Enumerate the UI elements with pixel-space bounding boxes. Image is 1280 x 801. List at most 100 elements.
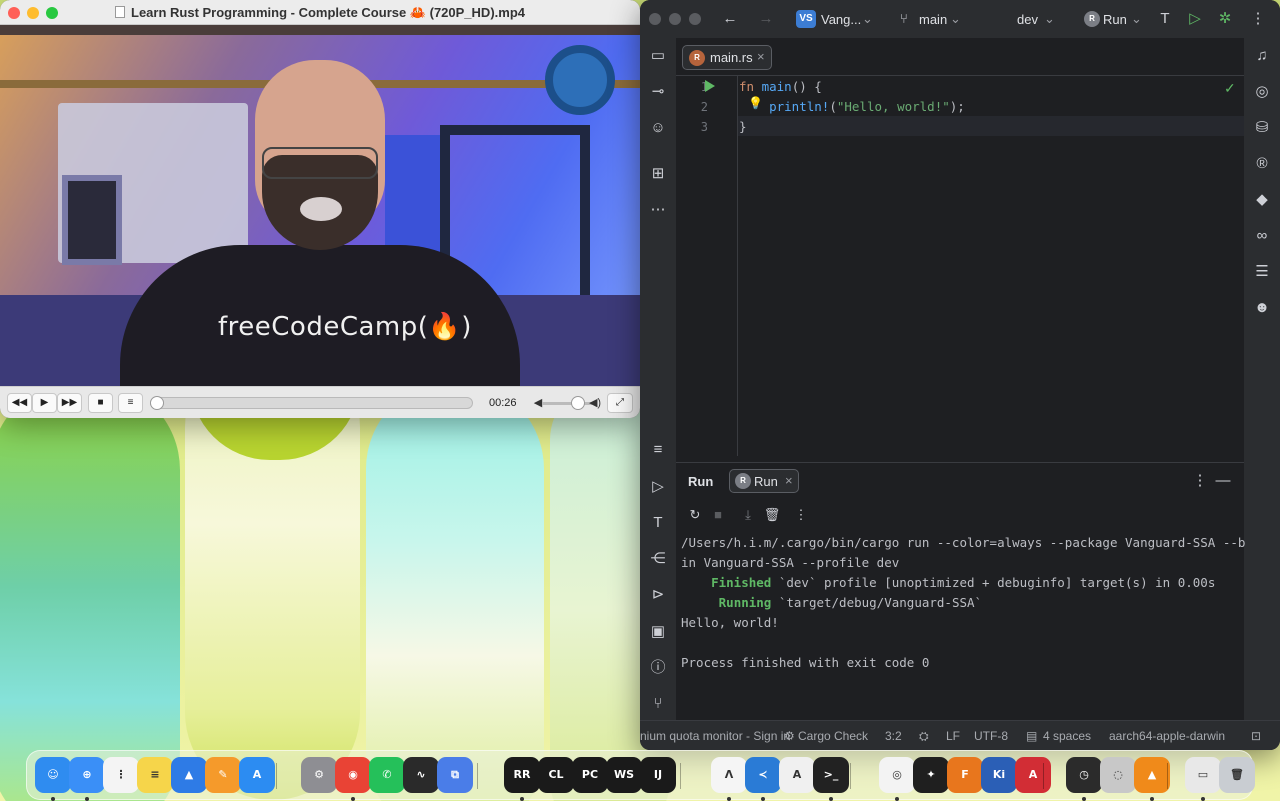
python-icon[interactable]: ∞	[1252, 226, 1272, 246]
code-editor[interactable]: R main.rs × 1 2 3 💡 ✓ fn main() { printl…	[676, 38, 1244, 456]
lock-icon[interactable]: ⊡	[1251, 729, 1261, 743]
dock-whatsapp-icon[interactable]: ✆	[369, 757, 405, 793]
zoom-window-button[interactable]	[689, 13, 701, 25]
cargo-icon[interactable]: ◆	[1252, 190, 1272, 210]
console-output[interactable]: /Users/h.i.m/.cargo/bin/cargo run --colo…	[681, 533, 1245, 673]
debug-button-icon[interactable]: ✲	[1215, 9, 1235, 29]
rerun-icon[interactable]: ↻	[685, 505, 705, 525]
dock-xcode-tools-icon[interactable]: A	[779, 757, 815, 793]
trash-icon[interactable]: 🗑	[762, 505, 782, 525]
dock-vlc-icon[interactable]: ▲	[1134, 757, 1170, 793]
dock-clion-icon[interactable]: CL	[538, 757, 574, 793]
dock-pages-icon[interactable]: ✎	[205, 757, 241, 793]
seek-knob[interactable]	[150, 396, 164, 410]
dock-kicad-icon[interactable]: Ki	[981, 757, 1017, 793]
more-tools-icon[interactable]: ⋯	[648, 200, 668, 220]
dock-safari-icon[interactable]: ⊕	[69, 757, 105, 793]
more-options-icon[interactable]: ⋮	[1190, 471, 1210, 491]
branch-name[interactable]: main	[919, 12, 947, 27]
dock-figma-icon[interactable]: ✦	[913, 757, 949, 793]
dock-blender-icon[interactable]: ◎	[879, 757, 915, 793]
dock-vscode-icon[interactable]: ≺	[745, 757, 781, 793]
forward-button[interactable]: ▶▶	[57, 393, 82, 413]
target-triple[interactable]: aarch64-apple-darwin	[1109, 729, 1225, 743]
project-badge[interactable]: VS	[796, 10, 816, 28]
dock-app-store-icon[interactable]: A	[239, 757, 275, 793]
fullscreen-button[interactable]: ⤢	[607, 393, 633, 413]
build-hammer-icon[interactable]: T	[1155, 9, 1175, 29]
plugins-icon[interactable]: ☺	[648, 118, 668, 138]
seek-bar[interactable]	[150, 397, 473, 409]
dock-autocad-icon[interactable]: A	[1015, 757, 1051, 793]
cargo-check-status[interactable]: Cargo Check	[798, 729, 868, 743]
code-line-3[interactable]: }	[739, 119, 747, 134]
notifications-bell-icon[interactable]: ♫	[1252, 46, 1272, 66]
player-titlebar[interactable]: Learn Rust Programming - Complete Course…	[0, 0, 640, 25]
copilot-icon[interactable]: ☻	[1252, 298, 1272, 318]
terminal-icon[interactable]: ▣	[648, 622, 668, 642]
chevron-down-icon[interactable]: ⌄	[862, 11, 873, 27]
stop-button[interactable]: ■	[88, 393, 113, 413]
dock-webstorm-icon[interactable]: WS	[606, 757, 642, 793]
debug-tool-icon[interactable]: ⊳	[648, 585, 668, 605]
dock-reminders-icon[interactable]: ⋮	[103, 757, 139, 793]
volume-knob[interactable]	[571, 396, 585, 410]
run-tool-icon[interactable]: ▷	[648, 477, 668, 497]
close-window-button[interactable]	[649, 13, 661, 25]
database-icon[interactable]: ⛁	[1252, 118, 1272, 138]
build-tool-icon[interactable]: T	[648, 513, 668, 533]
chevron-down-icon[interactable]: ⌄	[950, 11, 961, 27]
run-gutter-icon[interactable]	[705, 80, 715, 92]
indent-setting[interactable]: 4 spaces	[1043, 729, 1091, 743]
minimize-panel-icon[interactable]: —	[1213, 471, 1233, 491]
tab-main-rs[interactable]: R main.rs ×	[682, 45, 772, 70]
dock-remote-desktop-icon[interactable]: ⧉	[437, 757, 473, 793]
back-arrow-icon[interactable]: ←	[720, 9, 740, 29]
run-button-icon[interactable]: ▷	[1185, 9, 1205, 29]
more-options-icon[interactable]: ⋮	[791, 505, 811, 525]
forward-arrow-icon[interactable]: →	[756, 9, 776, 29]
dock-intellij-icon[interactable]: IJ	[640, 757, 676, 793]
code-line-2[interactable]: println!("Hello, world!");	[739, 99, 965, 114]
rewind-button[interactable]: ◀◀	[7, 393, 32, 413]
dock-arc-icon[interactable]: Λ	[711, 757, 747, 793]
dock-disk-utility-icon[interactable]: ◌	[1100, 757, 1136, 793]
more-options-icon[interactable]: ⋮	[1248, 9, 1268, 29]
code-line-1[interactable]: fn main() {	[739, 79, 822, 94]
run-config-profile[interactable]: dev	[1017, 12, 1038, 27]
play-button[interactable]: ▶	[32, 393, 57, 413]
structure-icon[interactable]: ⊞	[648, 164, 668, 184]
inspection-icon[interactable]: ⛭	[919, 729, 929, 744]
dock-fusion-icon[interactable]: F	[947, 757, 983, 793]
minimize-window-button[interactable]	[669, 13, 681, 25]
endpoints-icon[interactable]: ☰	[1252, 262, 1272, 282]
close-icon[interactable]: ×	[785, 473, 793, 488]
problems-icon[interactable]: ⓘ	[648, 658, 668, 678]
file-encoding[interactable]: UTF-8	[974, 729, 1008, 743]
close-icon[interactable]: ×	[757, 49, 765, 64]
playlist-button[interactable]: ≡	[118, 393, 143, 413]
chevron-down-icon[interactable]: ⌄	[1131, 11, 1142, 27]
dock-pycharm-icon[interactable]: PC	[572, 757, 608, 793]
bookmarks-icon[interactable]: ≡	[648, 440, 668, 460]
ide-titlebar[interactable]: ← → VS Vang... ⌄ ⑂ main ⌄ dev ⌄ R Run ⌄ …	[640, 0, 1280, 38]
dock-chrome-icon[interactable]: ◉	[335, 757, 371, 793]
dock-system-settings-icon[interactable]: ⚙	[301, 757, 337, 793]
dock-trash-icon[interactable]: 🗑	[1219, 757, 1255, 793]
dock-finder-icon[interactable]: ☺	[35, 757, 71, 793]
git-icon[interactable]: ⑂	[648, 694, 668, 714]
dock-terminal-icon[interactable]: >_	[813, 757, 849, 793]
project-folder-icon[interactable]: ▭	[648, 46, 668, 66]
dock-preview-icon[interactable]: ▭	[1185, 757, 1221, 793]
dock-notes-icon[interactable]: ≡	[137, 757, 173, 793]
chevron-down-icon[interactable]: ⌄	[1044, 11, 1055, 27]
dock-time-machine-icon[interactable]: ◷	[1066, 757, 1102, 793]
run-config-name[interactable]: Run	[1103, 12, 1127, 27]
caret-position[interactable]: 3:2	[885, 729, 902, 743]
video-frame[interactable]: freeCodeCamp(🔥)	[0, 25, 640, 386]
dock-activity-monitor-icon[interactable]: ∿	[403, 757, 439, 793]
project-name[interactable]: Vang...	[821, 12, 861, 27]
quota-monitor-status[interactable]: nium quota monitor - Sign in	[640, 729, 790, 743]
stop-icon[interactable]: ■	[708, 505, 728, 525]
scroll-to-end-icon[interactable]: ⤓	[738, 505, 758, 525]
